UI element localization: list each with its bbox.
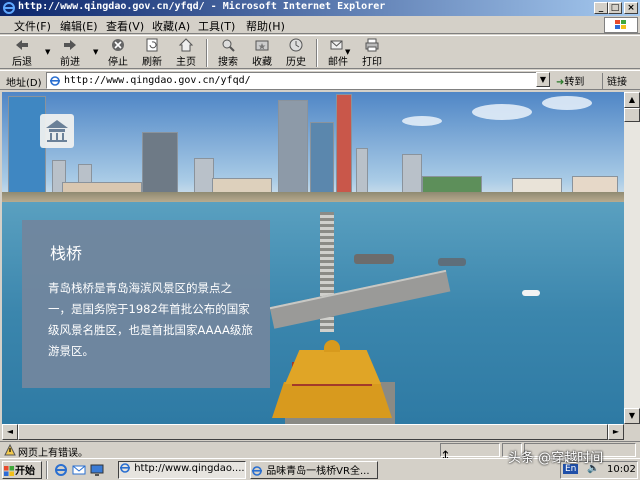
- attraction-title: 栈桥: [50, 244, 83, 263]
- go-label: 转到: [564, 77, 585, 88]
- page-icon: [50, 76, 60, 86]
- taskbar-separator: [46, 461, 48, 479]
- windows-flag-icon: [4, 466, 14, 476]
- boat: [438, 258, 466, 266]
- refresh-button[interactable]: 刷新: [134, 38, 170, 68]
- cloud: [402, 116, 442, 126]
- scroll-up-icon[interactable]: ▲: [624, 92, 640, 108]
- close-button[interactable]: ×: [624, 2, 638, 14]
- favorites-button[interactable]: 收藏: [244, 38, 280, 68]
- address-label: 地址(D): [6, 78, 42, 89]
- skyline-building: [356, 148, 368, 196]
- skyline-building: [194, 158, 214, 196]
- desktop-quicklaunch-icon[interactable]: [90, 463, 104, 477]
- site-logo[interactable]: [40, 114, 74, 148]
- taskbar-item-ie[interactable]: http://www.qingdao....: [118, 461, 246, 479]
- mail-icon: [330, 40, 343, 50]
- print-button[interactable]: 打印: [354, 38, 390, 68]
- search-icon: [222, 39, 235, 52]
- links-label: 链接: [607, 77, 627, 88]
- minimize-button[interactable]: _: [594, 2, 608, 14]
- skyline-building: [278, 100, 308, 196]
- ie-logo-icon: [3, 2, 15, 14]
- menu-help[interactable]: 帮助(H): [246, 18, 285, 33]
- watermark: 头条 @穿越时间: [508, 451, 604, 466]
- forward-arrow-icon: [64, 40, 76, 50]
- scroll-right-icon[interactable]: ►: [608, 424, 624, 440]
- links-button[interactable]: 链接: [602, 73, 640, 89]
- start-label: 开始: [15, 466, 35, 477]
- pavilion-top: [324, 340, 340, 352]
- attraction-description: 青岛栈桥是青岛海滨风景区的景点之一，是国务院于1982年首批公布的国家级风景名胜…: [48, 281, 253, 358]
- window-title: http://www.qingdao.gov.cn/yfqd/ - Micros…: [18, 1, 386, 12]
- taskbar-item-vr[interactable]: 品味青岛一栈桥VR全...: [250, 461, 378, 479]
- windows-logo-throbber: [604, 17, 638, 33]
- error-warning-icon[interactable]: [4, 444, 16, 456]
- address-bar: 地址(D) http://www.qingdao.gov.cn/yfqd/ ▼ …: [0, 70, 640, 90]
- maximize-button[interactable]: □: [608, 2, 622, 14]
- scroll-left-icon[interactable]: ◄: [2, 424, 18, 440]
- history-icon: [289, 38, 303, 52]
- boat: [354, 254, 394, 264]
- outlook-quicklaunch-icon[interactable]: [72, 463, 86, 477]
- scroll-down-icon[interactable]: ▼: [624, 408, 640, 424]
- skyline-building: [336, 94, 352, 196]
- standard-toolbar: 后退 ▼ 前进 ▼ 停止 刷新 主页 搜索 收藏 历史 邮件 ▼ 打印: [0, 35, 640, 69]
- menu-bar: 文件(F) 编辑(E) 查看(V) 收藏(A) 工具(T) 帮助(H): [0, 16, 640, 34]
- clock[interactable]: 10:02: [607, 464, 636, 475]
- skyline-building: [310, 122, 334, 196]
- status-text: 网页上有错误。: [18, 448, 88, 459]
- history-button[interactable]: 历史: [278, 38, 314, 68]
- title-bar: http://www.qingdao.gov.cn/yfqd/ - Micros…: [0, 0, 640, 16]
- stop-button[interactable]: 停止: [100, 38, 136, 68]
- address-dropdown-icon[interactable]: ▼: [536, 72, 550, 87]
- forward-dropdown-icon[interactable]: ▼: [93, 49, 99, 56]
- skyline-building: [142, 132, 178, 196]
- info-panel: 栈桥 青岛栈桥是青岛海滨风景区的景点之一，是国务院于1982年首批公布的国家级风…: [22, 220, 270, 388]
- vertical-scroll-thumb[interactable]: [624, 108, 640, 122]
- page-content: 栈桥 青岛栈桥是青岛海滨风景区的景点之一，是国务院于1982年首批公布的国家级风…: [2, 92, 624, 424]
- windows-flag-icon: [615, 20, 626, 29]
- refresh-icon: [146, 38, 158, 52]
- favorites-folder-icon: [255, 40, 269, 51]
- task-label: http://www.qingdao....: [134, 463, 245, 474]
- skyline-building: [402, 154, 422, 196]
- cloud: [542, 96, 592, 110]
- horizontal-scrollbar[interactable]: ◄ ►: [2, 424, 624, 440]
- ie-task-icon: [120, 463, 130, 473]
- home-button[interactable]: 主页: [168, 38, 204, 68]
- vertical-scrollbar[interactable]: ▲ ▼: [624, 92, 640, 424]
- search-button[interactable]: 搜索: [210, 38, 246, 68]
- address-url: http://www.qingdao.gov.cn/yfqd/: [64, 75, 251, 86]
- ie-task-icon: [252, 466, 262, 476]
- ie-quicklaunch-icon[interactable]: [54, 463, 68, 477]
- toolbar-separator: [316, 39, 318, 67]
- menu-favorites[interactable]: 收藏(A): [152, 18, 190, 33]
- back-button[interactable]: 后退: [4, 38, 40, 68]
- speedboat: [522, 290, 540, 296]
- pavilion-lower-roof: [272, 382, 392, 418]
- menu-tools[interactable]: 工具(T): [198, 18, 235, 33]
- horizontal-scroll-thumb[interactable]: [18, 424, 608, 440]
- mail-dropdown-icon[interactable]: ▼: [345, 49, 351, 56]
- menu-view[interactable]: 查看(V): [106, 18, 144, 33]
- address-input[interactable]: http://www.qingdao.gov.cn/yfqd/: [46, 72, 550, 89]
- menu-edit[interactable]: 编辑(E): [60, 18, 98, 33]
- back-arrow-icon: [16, 40, 28, 50]
- stop-icon: [112, 39, 124, 51]
- task-label: 品味青岛一栈桥VR全...: [266, 466, 370, 477]
- toolbar-separator: [206, 39, 208, 67]
- printer-icon: [365, 38, 379, 52]
- pavilion-upper-roof: [285, 350, 381, 384]
- go-button[interactable]: ➜转到: [556, 73, 598, 89]
- forward-button[interactable]: 前进: [52, 38, 88, 68]
- back-dropdown-icon[interactable]: ▼: [45, 49, 51, 56]
- menu-file[interactable]: 文件(F): [14, 18, 51, 33]
- home-icon: [178, 38, 194, 52]
- start-button[interactable]: 开始: [2, 461, 42, 479]
- pavilion-logo-icon: [46, 120, 68, 142]
- cloud: [472, 104, 532, 120]
